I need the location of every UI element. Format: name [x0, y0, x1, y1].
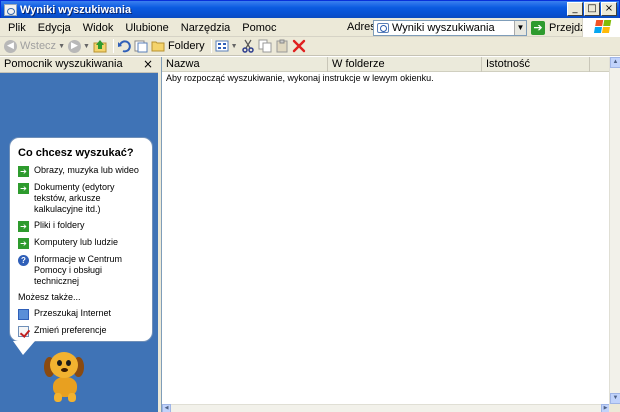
option-label[interactable]: Zmień preferencje: [34, 325, 107, 336]
option-files-folders[interactable]: ➔ Pliki i foldery: [18, 220, 144, 232]
pane-close-icon[interactable]: ×: [143, 57, 153, 72]
option-computers-people[interactable]: ➔ Komputery lub ludzie: [18, 237, 144, 249]
search-dog-icon[interactable]: [42, 349, 88, 405]
menu-edit[interactable]: Edycja: [32, 22, 77, 34]
help-icon: ?: [18, 255, 29, 266]
address-label: Adres: [347, 21, 376, 33]
address-value[interactable]: Wyniki wyszukiwania: [392, 22, 514, 34]
toolbar-separator: [112, 39, 114, 53]
menu-view[interactable]: Widok: [77, 22, 120, 34]
back-button[interactable]: ◀ Wstecz ▼: [4, 38, 65, 54]
option-change-preferences[interactable]: Zmień preferencje: [18, 325, 144, 337]
up-folder-button[interactable]: [93, 38, 107, 54]
folders-button[interactable]: Foldery: [151, 38, 205, 54]
column-in-folder[interactable]: W folderze: [328, 57, 482, 72]
views-icon: [215, 40, 229, 52]
option-label[interactable]: Komputery lub ludzie: [34, 237, 118, 248]
search-button[interactable]: [117, 38, 131, 54]
option-label[interactable]: Obrazy, muzyka lub wideo: [34, 165, 139, 176]
option-search-internet[interactable]: Przeszukaj Internet: [18, 308, 144, 320]
copy-button[interactable]: [258, 38, 272, 54]
results-list: Nazwa W folderze Istotność Aby rozpocząć…: [161, 57, 620, 412]
preferences-icon: [18, 326, 29, 337]
scroll-up-icon[interactable]: ▲: [610, 57, 620, 68]
option-documents[interactable]: ➔ Dokumenty (edytory tekstów, arkusze ka…: [18, 182, 144, 215]
copy-folder-button[interactable]: [134, 38, 148, 54]
views-dropdown-icon[interactable]: ▼: [231, 43, 238, 50]
column-relevance[interactable]: Istotność: [482, 57, 590, 72]
search-bubble: Co chcesz wyszukać? ➔ Obrazy, muzyka lub…: [9, 137, 153, 342]
forward-button[interactable]: ▶ ▼: [68, 38, 90, 54]
folder-search-icon: [134, 40, 148, 53]
option-label[interactable]: Pliki i foldery: [34, 220, 85, 231]
folders-icon: [151, 41, 165, 52]
menu-file[interactable]: Plik: [2, 22, 32, 34]
go-button[interactable]: ➔ Przejdź: [531, 20, 586, 36]
search-question: Co chcesz wyszukać?: [18, 147, 134, 159]
back-label: Wstecz: [20, 40, 57, 52]
column-filler: [590, 57, 610, 72]
option-label[interactable]: Informacje w Centrum Pomocy i obsługi te…: [34, 254, 144, 287]
toolbar: ◀ Wstecz ▼ ▶ ▼ Foldery ▼: [0, 37, 620, 56]
back-arrow-icon: ◀: [4, 39, 17, 53]
forward-dropdown-icon[interactable]: ▼: [83, 43, 90, 50]
green-arrow-icon: ➔: [18, 221, 29, 232]
views-button[interactable]: ▼: [215, 38, 238, 54]
option-label[interactable]: Przeszukaj Internet: [34, 308, 111, 319]
search-assistant-pane: Co chcesz wyszukać? ➔ Obrazy, muzyka lub…: [0, 73, 158, 412]
go-arrow-icon: ➔: [531, 21, 545, 35]
cut-button[interactable]: [241, 38, 255, 54]
windows-logo: [582, 18, 620, 37]
up-folder-icon: [93, 40, 107, 53]
vertical-scrollbar[interactable]: ▲ ▼: [609, 57, 620, 404]
column-headers: Nazwa W folderze Istotność: [162, 57, 610, 72]
windows-flag-icon: [593, 20, 612, 34]
address-field[interactable]: Wyniki wyszukiwania ▼: [373, 20, 527, 36]
menu-help[interactable]: Pomoc: [236, 22, 282, 34]
title-bar[interactable]: Wyniki wyszukiwania _ □ ×: [0, 0, 620, 18]
internet-search-icon: [18, 309, 29, 320]
scroll-left-icon[interactable]: ◀: [162, 404, 171, 412]
menu-favorites[interactable]: Ulubione: [119, 22, 174, 34]
scissors-icon: [241, 39, 254, 53]
search-pane-title: Pomocnik wyszukiwania: [4, 58, 123, 70]
window-title: Wyniki wyszukiwania: [20, 3, 132, 16]
forward-arrow-icon: ▶: [68, 39, 81, 53]
menu-bar: Plik Edycja Widok Ulubione Narzędzia Pom…: [0, 18, 620, 37]
column-name[interactable]: Nazwa: [162, 57, 328, 72]
delete-button[interactable]: [292, 38, 306, 54]
address-dropdown-icon[interactable]: ▼: [514, 21, 526, 35]
green-arrow-icon: ➔: [18, 166, 29, 177]
green-arrow-icon: ➔: [18, 238, 29, 249]
menu-tools[interactable]: Narzędzia: [175, 22, 237, 34]
minimize-button[interactable]: _: [567, 2, 583, 16]
paste-button[interactable]: [275, 38, 289, 54]
close-button[interactable]: ×: [601, 2, 617, 16]
maximize-button[interactable]: □: [584, 2, 600, 16]
folders-label: Foldery: [167, 40, 205, 52]
search-folder-icon: [377, 23, 389, 33]
green-arrow-icon: ➔: [18, 183, 29, 194]
scroll-down-icon[interactable]: ▼: [610, 393, 620, 404]
copy-icon: [258, 39, 272, 53]
scroll-corner: [609, 404, 620, 412]
option-label[interactable]: Dokumenty (edytory tekstów, arkusze kalk…: [34, 182, 144, 215]
bubble-tail: [13, 341, 35, 355]
window-controls: _ □ ×: [567, 2, 617, 16]
go-label: Przejdź: [549, 22, 586, 34]
toolbar-separator: [210, 39, 212, 53]
paste-icon: [276, 39, 288, 53]
see-also-label: Możesz także...: [18, 292, 81, 302]
undo-icon: [117, 40, 131, 53]
horizontal-scrollbar[interactable]: ◀ ▶: [162, 404, 610, 412]
results-message: Aby rozpocząć wyszukiwanie, wykonaj inst…: [166, 73, 434, 83]
delete-icon: [292, 39, 305, 53]
search-pane-header: Pomocnik wyszukiwania ×: [0, 57, 158, 73]
search-window-icon: [4, 3, 17, 16]
option-media[interactable]: ➔ Obrazy, muzyka lub wideo: [18, 165, 144, 177]
back-dropdown-icon[interactable]: ▼: [58, 43, 65, 50]
option-help-center[interactable]: ? Informacje w Centrum Pomocy i obsługi …: [18, 254, 144, 287]
